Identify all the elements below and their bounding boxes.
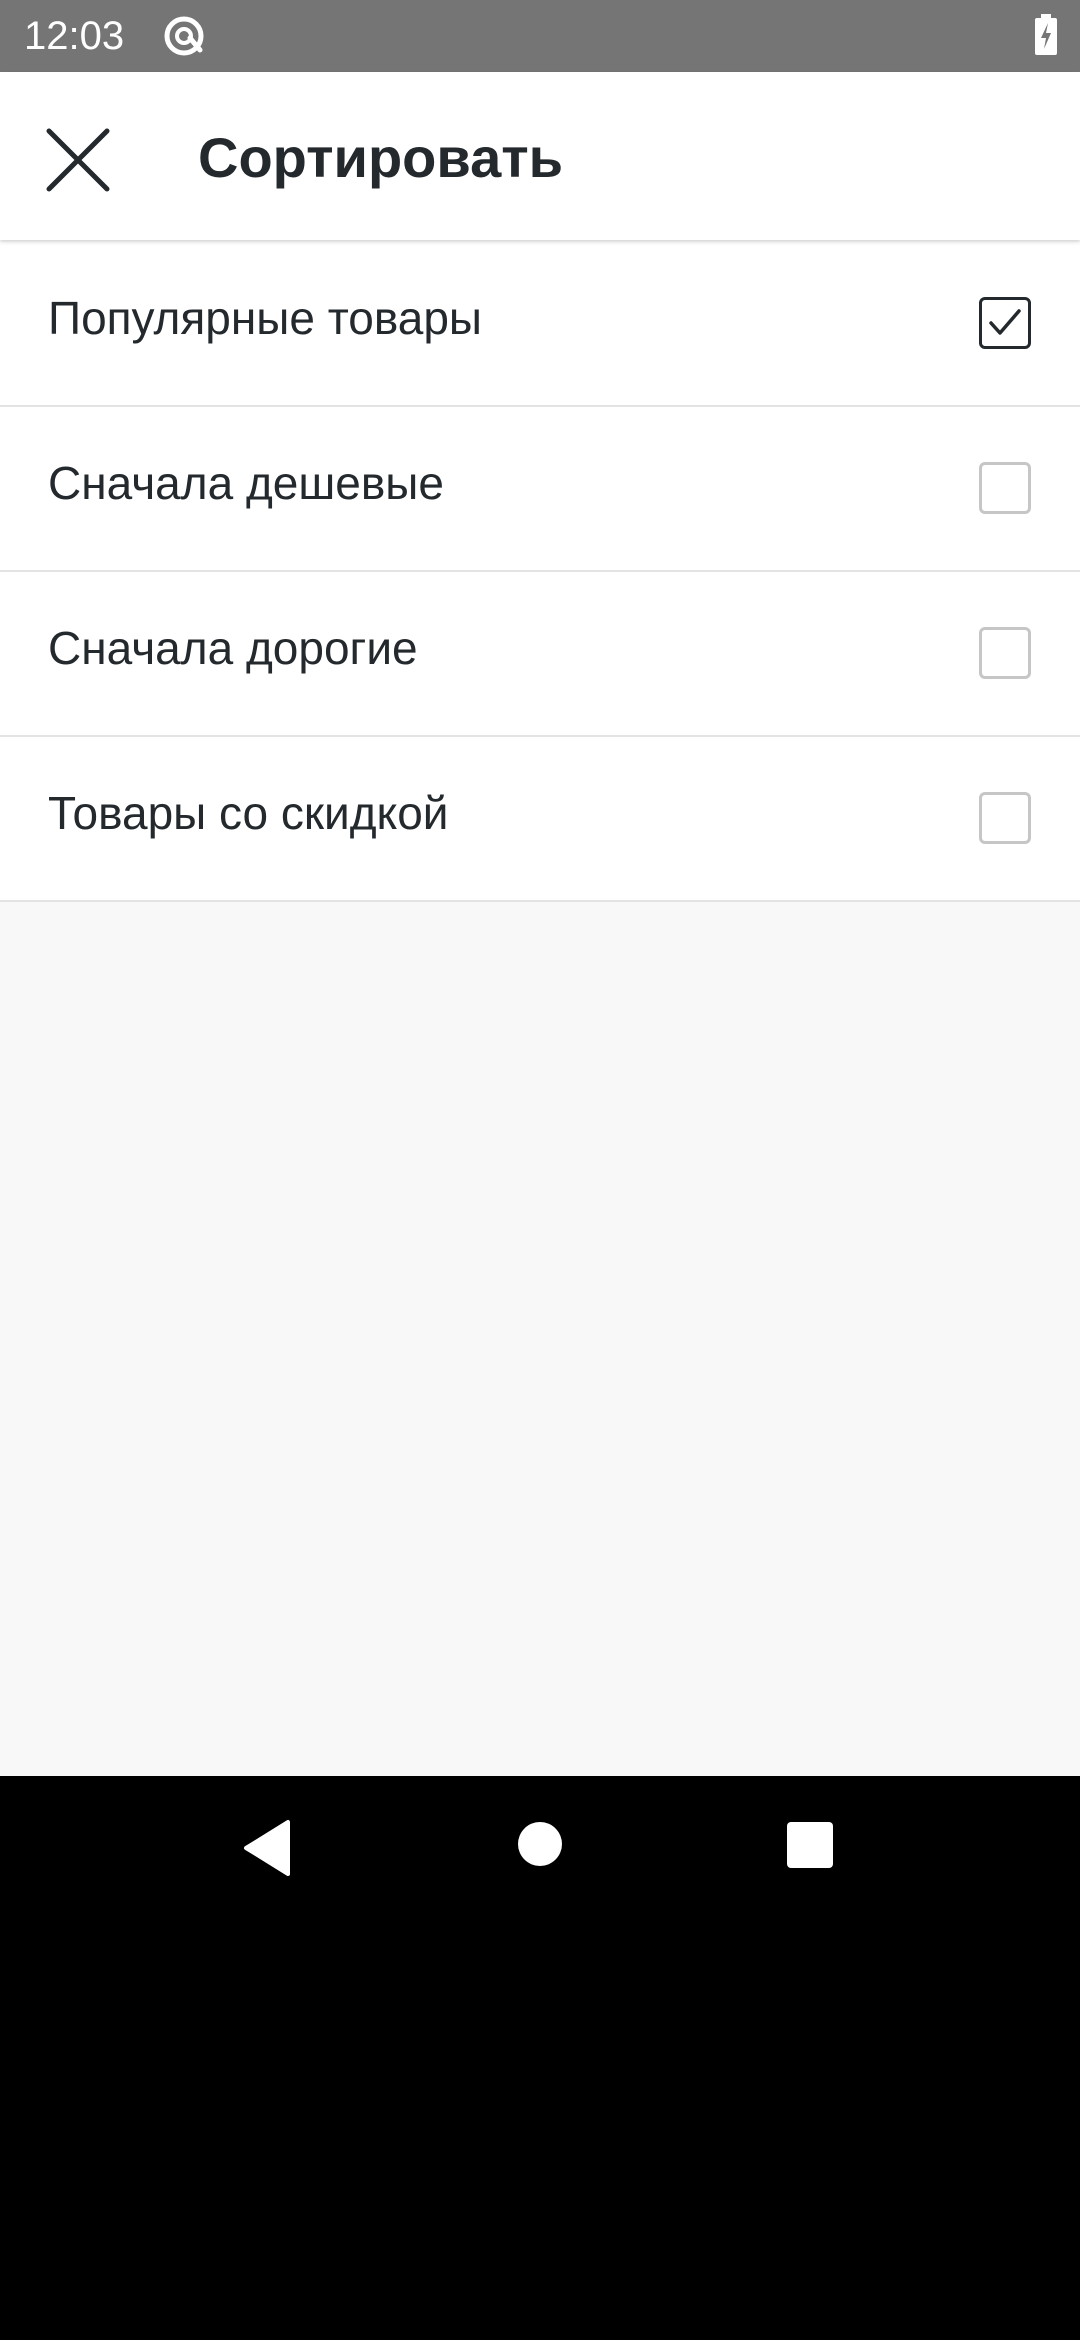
- system-navigation-bar: [0, 1776, 1080, 1916]
- checkmark-icon: [989, 309, 1021, 335]
- sort-option-label: Сначала дорогие: [48, 622, 418, 674]
- sort-screen: Сортировать Популярные товары Сначала де…: [0, 72, 1080, 1776]
- toolbar: Сортировать: [0, 72, 1080, 240]
- sort-option-label: Популярные товары: [48, 292, 482, 344]
- status-bar: 12:03: [0, 0, 1080, 72]
- page-title: Сортировать: [198, 126, 564, 189]
- sort-option-checkbox[interactable]: [979, 792, 1031, 844]
- sort-option-expensive-first[interactable]: Сначала дорогие: [0, 572, 1080, 737]
- battery-charging-icon: [1034, 14, 1058, 56]
- recents-square-icon[interactable]: [787, 1822, 833, 1868]
- sort-option-cheap-first[interactable]: Сначала дешевые: [0, 407, 1080, 572]
- sort-option-label: Сначала дешевые: [48, 457, 444, 509]
- sort-options-list: Популярные товары Сначала дешевые Сначал…: [0, 242, 1080, 902]
- at-sign-circle-icon: [162, 14, 206, 58]
- sort-option-checkbox[interactable]: [979, 297, 1031, 349]
- home-circle-icon[interactable]: [518, 1822, 562, 1866]
- sort-option-discounted[interactable]: Товары со скидкой: [0, 737, 1080, 902]
- close-icon: [46, 128, 110, 192]
- sort-option-popular[interactable]: Популярные товары: [0, 242, 1080, 407]
- close-button[interactable]: [30, 112, 126, 208]
- sort-option-checkbox[interactable]: [979, 627, 1031, 679]
- back-triangle-icon[interactable]: [240, 1818, 296, 1878]
- sort-option-label: Товары со скидкой: [48, 787, 449, 839]
- status-time: 12:03: [24, 14, 125, 58]
- sort-option-checkbox[interactable]: [979, 462, 1031, 514]
